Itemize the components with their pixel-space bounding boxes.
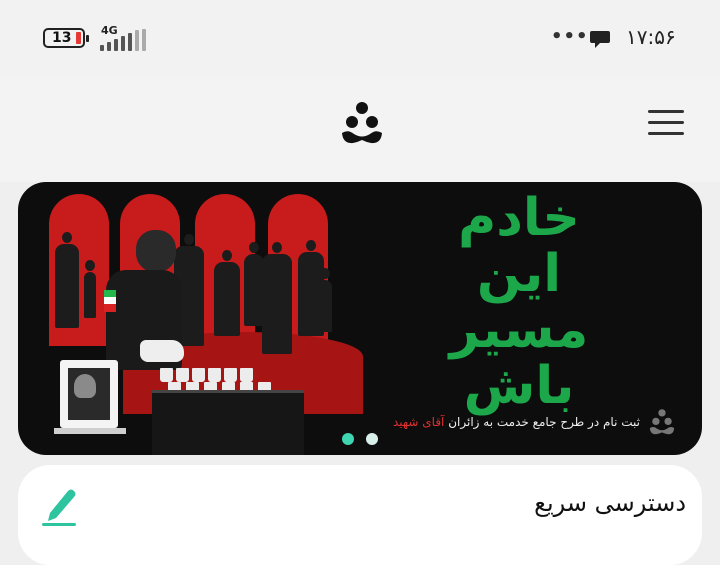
- caption-main: ثبت نام در طرح جامع خدمت به زائران: [448, 415, 640, 429]
- headline-line: مسیر: [449, 300, 589, 360]
- boy-head: [136, 230, 176, 272]
- banner-logo-icon: [649, 409, 675, 435]
- boy-sleeve-red: [104, 304, 116, 312]
- headline-line: خادم: [458, 188, 580, 248]
- quick-access-card: دسترسی سریع: [18, 465, 702, 565]
- banner-caption: ثبت نام در طرح جامع خدمت به زائران آقای …: [378, 415, 640, 435]
- clock: ۱۷:۵۶: [626, 25, 676, 49]
- portrait-person: [74, 374, 96, 398]
- serving-table: [152, 390, 304, 455]
- banner-headline: خادم این مسیر باش: [384, 190, 654, 420]
- boy-sleeve-green: [104, 290, 116, 297]
- signal-icon: [100, 29, 148, 51]
- pilgrim-figure: [84, 260, 96, 318]
- quick-access-title: دسترسی سریع: [534, 489, 686, 517]
- status-bar: 13 4G ••• ۱۷:۵۶: [0, 0, 720, 78]
- carousel-dot[interactable]: [366, 433, 378, 445]
- headline-line: باش: [463, 356, 575, 416]
- portrait-easel: [54, 428, 126, 434]
- hamburger-menu-icon[interactable]: [648, 108, 686, 138]
- carousel-dot-active[interactable]: [342, 433, 354, 445]
- more-dots-icon: •••: [551, 26, 589, 47]
- caption-highlight: آقای شهید: [392, 415, 445, 429]
- chat-bubble-icon: [590, 31, 610, 48]
- pilgrim-figure: [214, 250, 240, 336]
- promo-banner[interactable]: خادم این مسیر باش ثبت نام در طرح جامع خد…: [18, 182, 702, 455]
- app-logo-icon[interactable]: [340, 100, 384, 146]
- battery-icon: 13: [43, 28, 89, 48]
- pilgrim-figure: [262, 242, 292, 354]
- headline-line: این: [476, 244, 562, 304]
- pilgrim-figure: [318, 268, 332, 332]
- battery-level: 13: [52, 30, 72, 46]
- battery-nub: [86, 35, 89, 42]
- pilgrim-figure: [244, 242, 264, 326]
- edit-pencil-icon[interactable]: [40, 483, 78, 527]
- pitcher: [140, 340, 184, 362]
- battery-fill: [76, 32, 81, 44]
- pilgrim-figure: [55, 232, 79, 328]
- portrait-frame: [60, 360, 118, 428]
